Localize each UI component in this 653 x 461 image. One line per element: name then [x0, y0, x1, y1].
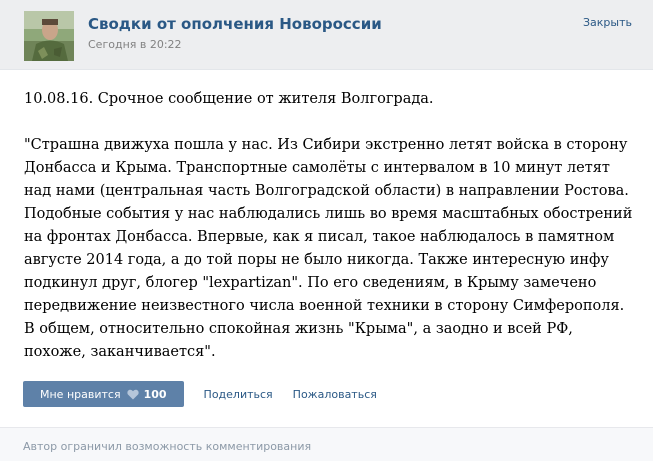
- group-name-link[interactable]: Сводки от ополчения Новороссии: [88, 15, 382, 33]
- post-date-line: 10.08.16. Срочное сообщение от жителя Во…: [24, 91, 434, 107]
- like-button[interactable]: Мне нравится 100: [23, 381, 184, 407]
- like-count: 100: [143, 387, 167, 401]
- post-actions: Мне нравится 100 Поделиться Пожаловаться: [23, 381, 377, 407]
- close-button[interactable]: Закрыть: [583, 16, 632, 29]
- avatar-image: [24, 11, 74, 61]
- report-button[interactable]: Пожаловаться: [293, 388, 377, 401]
- post-quote: "Страшна движуха пошла у нас. Из Сибири …: [24, 137, 633, 360]
- heart-icon: [126, 389, 139, 400]
- group-avatar[interactable]: [24, 11, 74, 61]
- post-timestamp[interactable]: Сегодня в 20:22: [88, 38, 182, 51]
- comments-restricted-notice: Автор ограничил возможность комментирова…: [23, 440, 312, 453]
- post-text: 10.08.16. Срочное сообщение от жителя Во…: [24, 88, 636, 364]
- like-label: Мне нравится: [40, 387, 121, 401]
- share-button[interactable]: Поделиться: [204, 388, 273, 401]
- comments-footer: Автор ограничил возможность комментирова…: [0, 428, 653, 461]
- post-header: Сводки от ополчения Новороссии Сегодня в…: [0, 0, 653, 70]
